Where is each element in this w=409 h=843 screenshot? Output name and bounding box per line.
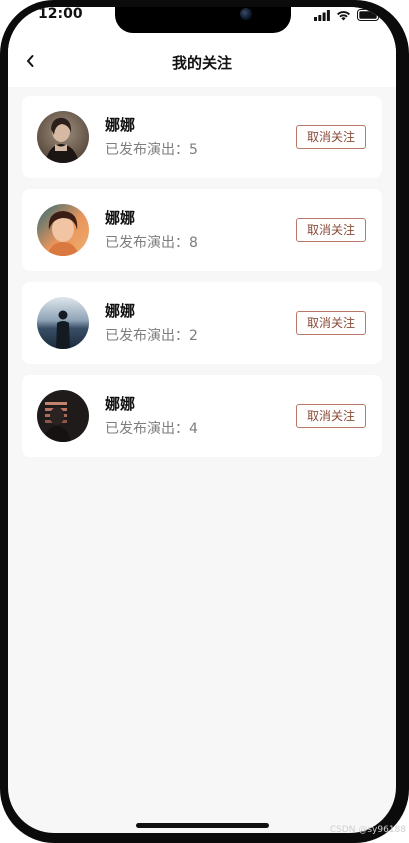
status-icons xyxy=(314,9,382,21)
user-name: 娜娜 xyxy=(105,395,136,413)
show-count-text: 已发布演出：2 xyxy=(105,325,198,345)
show-count-label: 已发布演出： xyxy=(105,142,189,158)
screen: 12:00 我的关注 娜娜 已发布演出：5 取消关注 娜娜 已发布演出：8 取消… xyxy=(8,7,396,833)
user-name: 娜娜 xyxy=(105,116,136,134)
show-count-label: 已发布演出： xyxy=(105,421,189,437)
page-title: 我的关注 xyxy=(171,54,232,72)
user-name: 娜娜 xyxy=(105,209,136,227)
show-count-text: 已发布演出：8 xyxy=(105,232,198,252)
phone-frame: 12:00 我的关注 娜娜 已发布演出：5 取消关注 娜娜 已发布演出：8 取消… xyxy=(0,0,409,843)
user-name: 娜娜 xyxy=(105,302,136,320)
battery-icon xyxy=(357,9,382,21)
follow-item: 娜娜 已发布演出：4 取消关注 xyxy=(22,375,382,457)
show-count-text: 已发布演出：5 xyxy=(105,139,198,159)
notch xyxy=(115,7,291,33)
wifi-icon xyxy=(337,10,350,20)
show-count-text: 已发布演出：4 xyxy=(105,418,198,438)
follow-item: 娜娜 已发布演出：5 取消关注 xyxy=(22,96,382,178)
unfollow-button[interactable]: 取消关注 xyxy=(296,218,366,242)
avatar[interactable] xyxy=(37,297,89,349)
follow-item: 娜娜 已发布演出：2 取消关注 xyxy=(22,282,382,364)
camera-icon xyxy=(240,8,252,20)
show-count-value: 8 xyxy=(189,235,198,251)
avatar[interactable] xyxy=(37,204,89,256)
show-count-label: 已发布演出： xyxy=(105,235,189,251)
show-count-label: 已发布演出： xyxy=(105,328,189,344)
unfollow-button[interactable]: 取消关注 xyxy=(296,311,366,335)
home-indicator xyxy=(136,823,269,828)
follow-item: 娜娜 已发布演出：8 取消关注 xyxy=(22,189,382,271)
avatar[interactable] xyxy=(37,111,89,163)
unfollow-button[interactable]: 取消关注 xyxy=(296,404,366,428)
status-time: 12:00 xyxy=(38,7,83,22)
show-count-value: 2 xyxy=(189,328,198,344)
signal-icon xyxy=(314,9,330,21)
show-count-value: 4 xyxy=(189,421,198,437)
unfollow-button[interactable]: 取消关注 xyxy=(296,125,366,149)
avatar[interactable] xyxy=(37,390,89,442)
watermark: CSDN @sy96188 xyxy=(329,825,406,835)
show-count-value: 5 xyxy=(189,142,198,158)
